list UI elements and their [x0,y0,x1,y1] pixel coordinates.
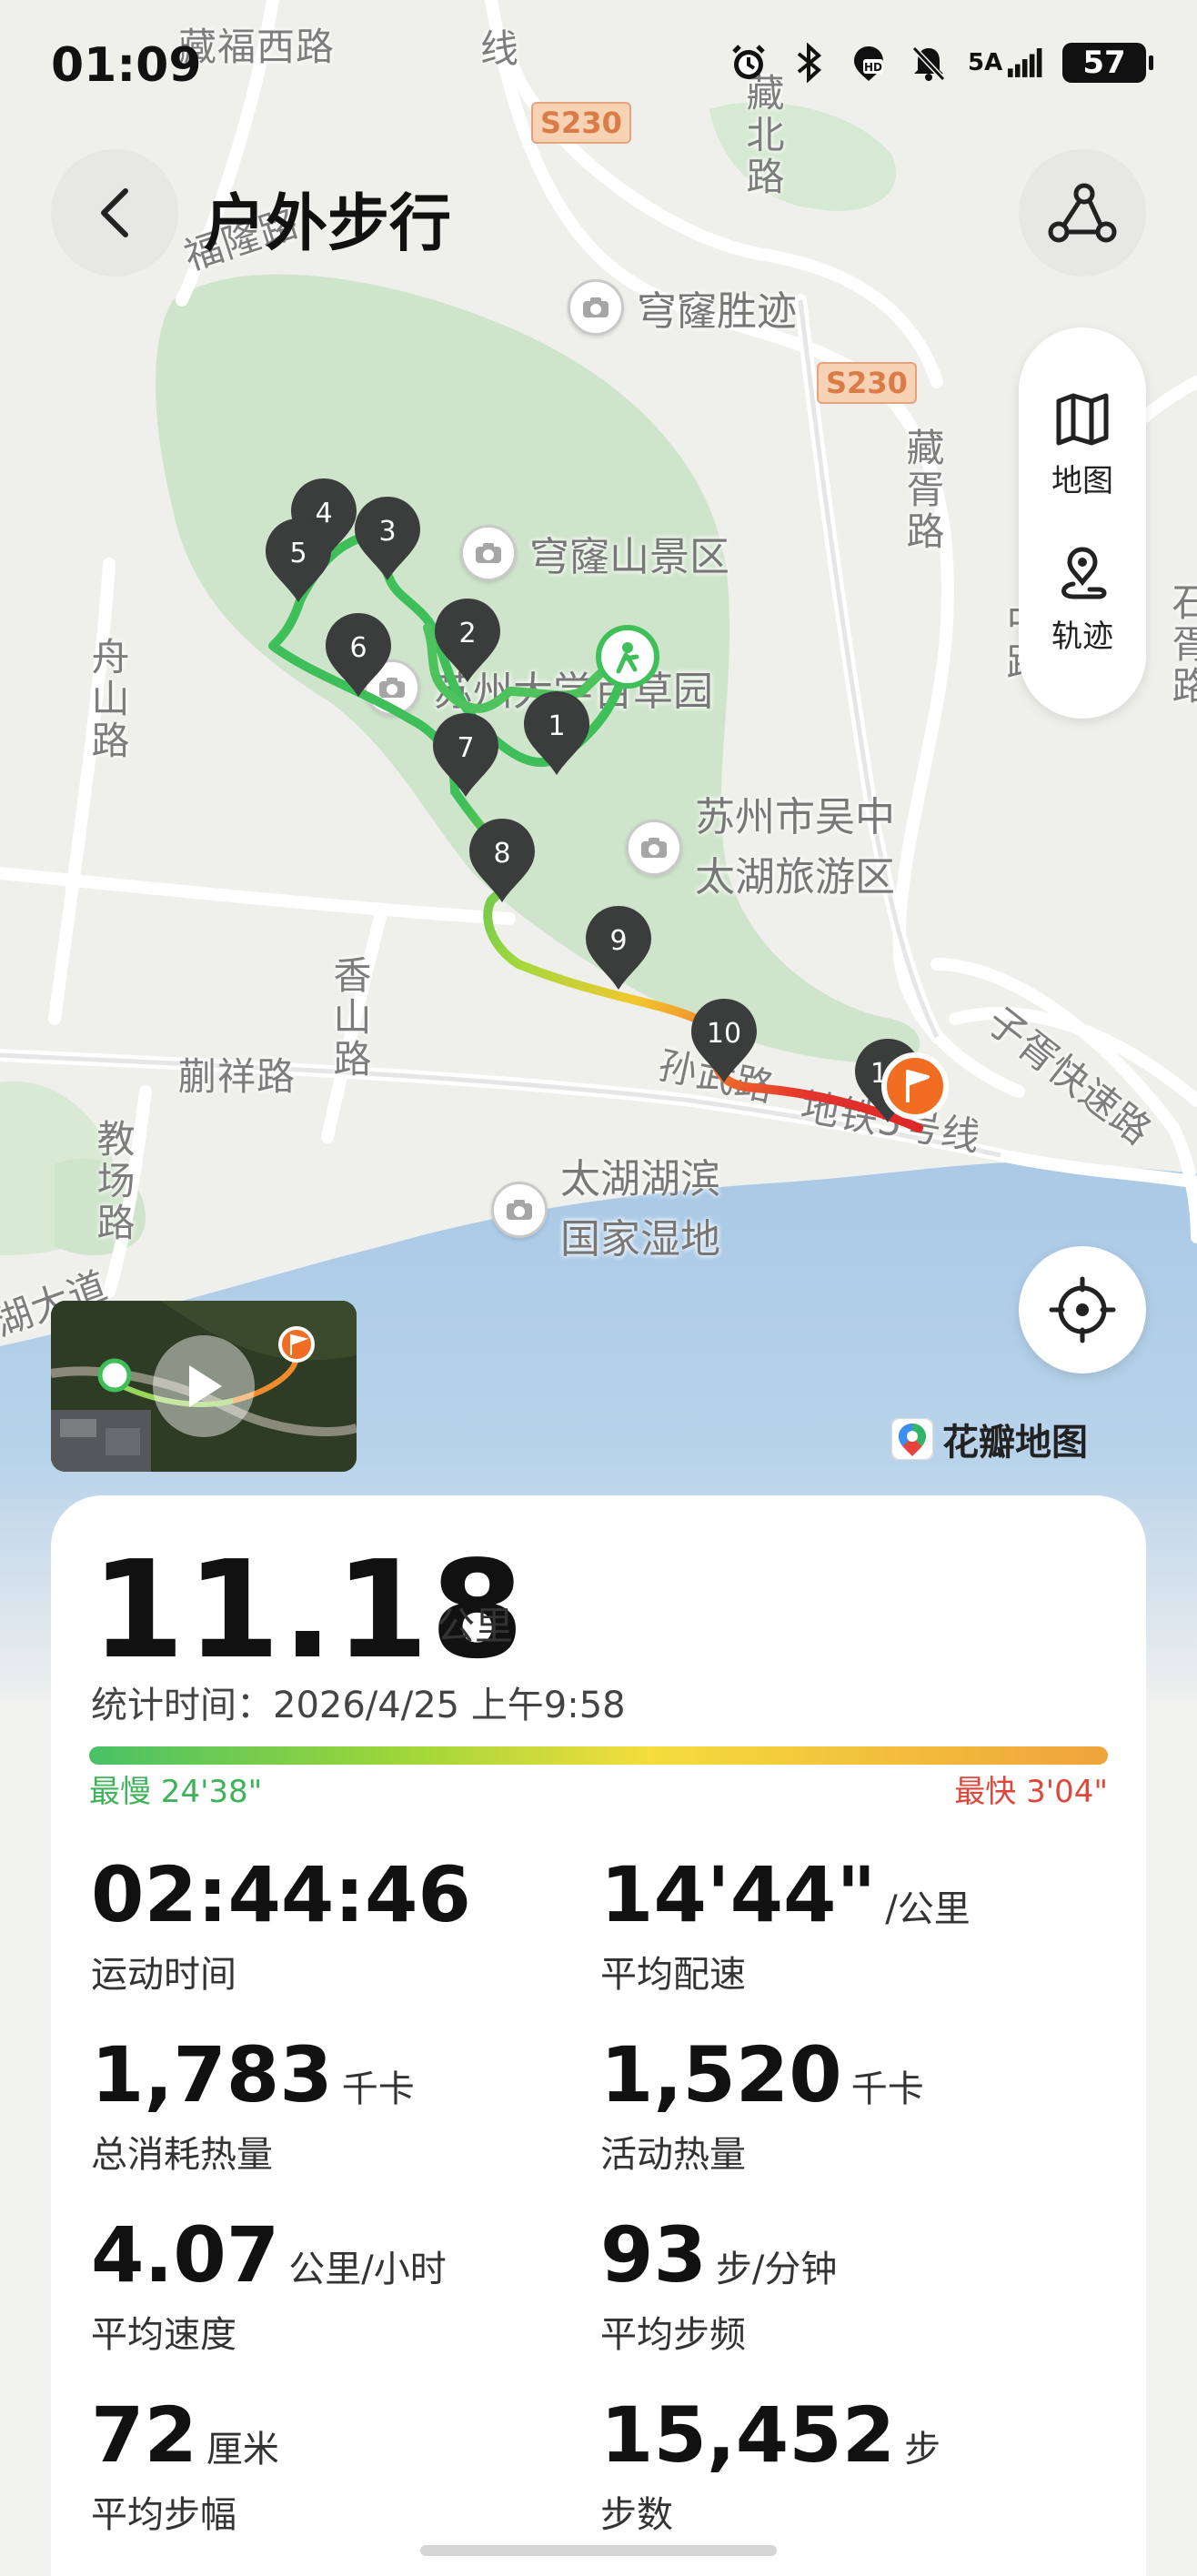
signal-icon: 5A [968,42,1044,84]
status-bar: 01:09 HD 5A 57 [0,0,1197,136]
stat-label: 总消耗热量 [91,2134,273,2176]
map-provider-label: 花瓣地图 [942,1422,1088,1464]
stat-unit: 千卡 [341,2068,415,2110]
route-button[interactable] [1019,149,1146,277]
stat-unit: 厘米 [206,2429,279,2470]
track-mode-label: 轨迹 [1051,618,1113,655]
stat-avg-speed: 4.07 公里/小时 平均速度 [91,2210,447,2358]
hd-call-icon: HD [848,42,890,84]
map-mode-button[interactable]: 地图 [1051,390,1113,500]
km-marker-10: 10 [691,999,757,1082]
stat-label: 平均速度 [91,2314,236,2356]
stat-avg-stride: 72 厘米 平均步幅 [91,2390,279,2538]
pace-gradient-bar [89,1746,1108,1765]
km-marker-9: 9 [586,906,651,990]
track-video-thumbnail[interactable] [51,1301,357,1472]
stat-label: 平均步幅 [91,2494,236,2536]
route-icon [1048,183,1117,243]
stat-value: 1,783 [91,2030,333,2119]
map-mode-label: 地图 [1051,463,1113,500]
km-marker-label: 7 [457,732,474,764]
play-button[interactable] [153,1335,255,1437]
locate-button[interactable] [1019,1246,1146,1374]
km-marker-3: 3 [355,497,420,580]
stat-unit: 步/分钟 [715,2249,838,2290]
stat-label: 平均配速 [600,1954,746,1996]
km-marker-label: 4 [315,498,332,529]
stat-duration: 02:44:46 运动时间 [91,1850,480,1997]
stat-steps: 15,452 步 步数 [600,2390,940,2538]
play-icon [189,1365,222,1407]
mute-icon [908,42,950,84]
stat-avg-pace: 14'44"/公里 平均配速 [600,1850,971,1997]
summary-card: 11.18 公里 统计时间：2026/4/25 上午9:58 最慢 24'38"… [51,1495,1146,2576]
km-marker-label: 9 [609,925,627,957]
fastest-pace: 最快 3'04" [954,1774,1108,1810]
stat-time: 统计时间：2026/4/25 上午9:58 [91,1675,626,1728]
chevron-left-icon [101,188,128,237]
km-marker-label: 5 [289,538,307,569]
map-icon [1056,393,1109,446]
stat-unit: 步 [904,2429,941,2470]
home-indicator[interactable] [420,2545,777,2556]
map-provider: 花瓣地图 [891,1413,1088,1465]
stat-unit: /公里 [885,1888,971,1930]
stat-label: 运动时间 [91,1954,236,1996]
stat-value: 4.07 [91,2210,280,2299]
svg-text:HD: HD [864,61,882,74]
track-mode-button[interactable]: 轨迹 [1051,546,1113,656]
km-marker-label: 6 [349,632,367,664]
back-button[interactable] [51,149,178,277]
stat-value: 1,520 [600,2030,842,2119]
stat-value: 14'44" [600,1850,877,1939]
km-marker-8: 8 [469,819,535,902]
km-marker-5: 5 [266,518,331,602]
stat-value: 72 [91,2390,197,2480]
status-icons: HD 5A 57 [728,42,1153,84]
start-pin-icon [596,625,659,689]
stat-value: 15,452 [600,2390,896,2480]
km-marker-label: 3 [378,516,396,548]
finish-flag-icon [881,1052,949,1120]
petal-maps-logo-icon [891,1418,933,1460]
km-marker-label: 2 [458,618,476,649]
km-marker-label: 1 [548,710,565,742]
status-time: 01:09 [51,38,202,93]
stat-time-value: 2026/4/25 上午9:58 [273,1685,626,1726]
stat-unit: 千卡 [850,2068,924,2110]
network-type: 5A [968,49,1003,76]
battery-icon: 57 [1062,43,1153,83]
stat-value: 02:44:46 [91,1850,471,1939]
map-mode-panel: 地图 轨迹 [1019,327,1146,719]
track-icon [1061,547,1107,599]
stat-label: 步数 [600,2494,673,2536]
stat-avg-cadence: 93 步/分钟 平均步频 [600,2210,837,2358]
bluetooth-icon [788,42,830,84]
stat-time-label: 统计时间： [91,1685,273,1726]
stat-unit: 公里/小时 [288,2249,447,2290]
stat-total-calories: 1,783 千卡 总消耗热量 [91,2030,415,2178]
km-marker-label: 8 [493,838,510,870]
slowest-pace: 最慢 24'38" [89,1774,263,1810]
stat-label: 活动热量 [600,2134,746,2176]
crosshair-icon [1049,1276,1116,1343]
stat-active-calories: 1,520 千卡 活动热量 [600,2030,924,2178]
distance-unit: 公里 [437,1604,514,1648]
stat-label: 平均步频 [600,2314,746,2356]
alarm-icon [728,42,770,84]
km-marker-label: 10 [707,1018,741,1050]
km-marker-7: 7 [433,713,498,797]
stat-value: 93 [600,2210,707,2299]
page-title: 户外步行 [204,188,452,260]
